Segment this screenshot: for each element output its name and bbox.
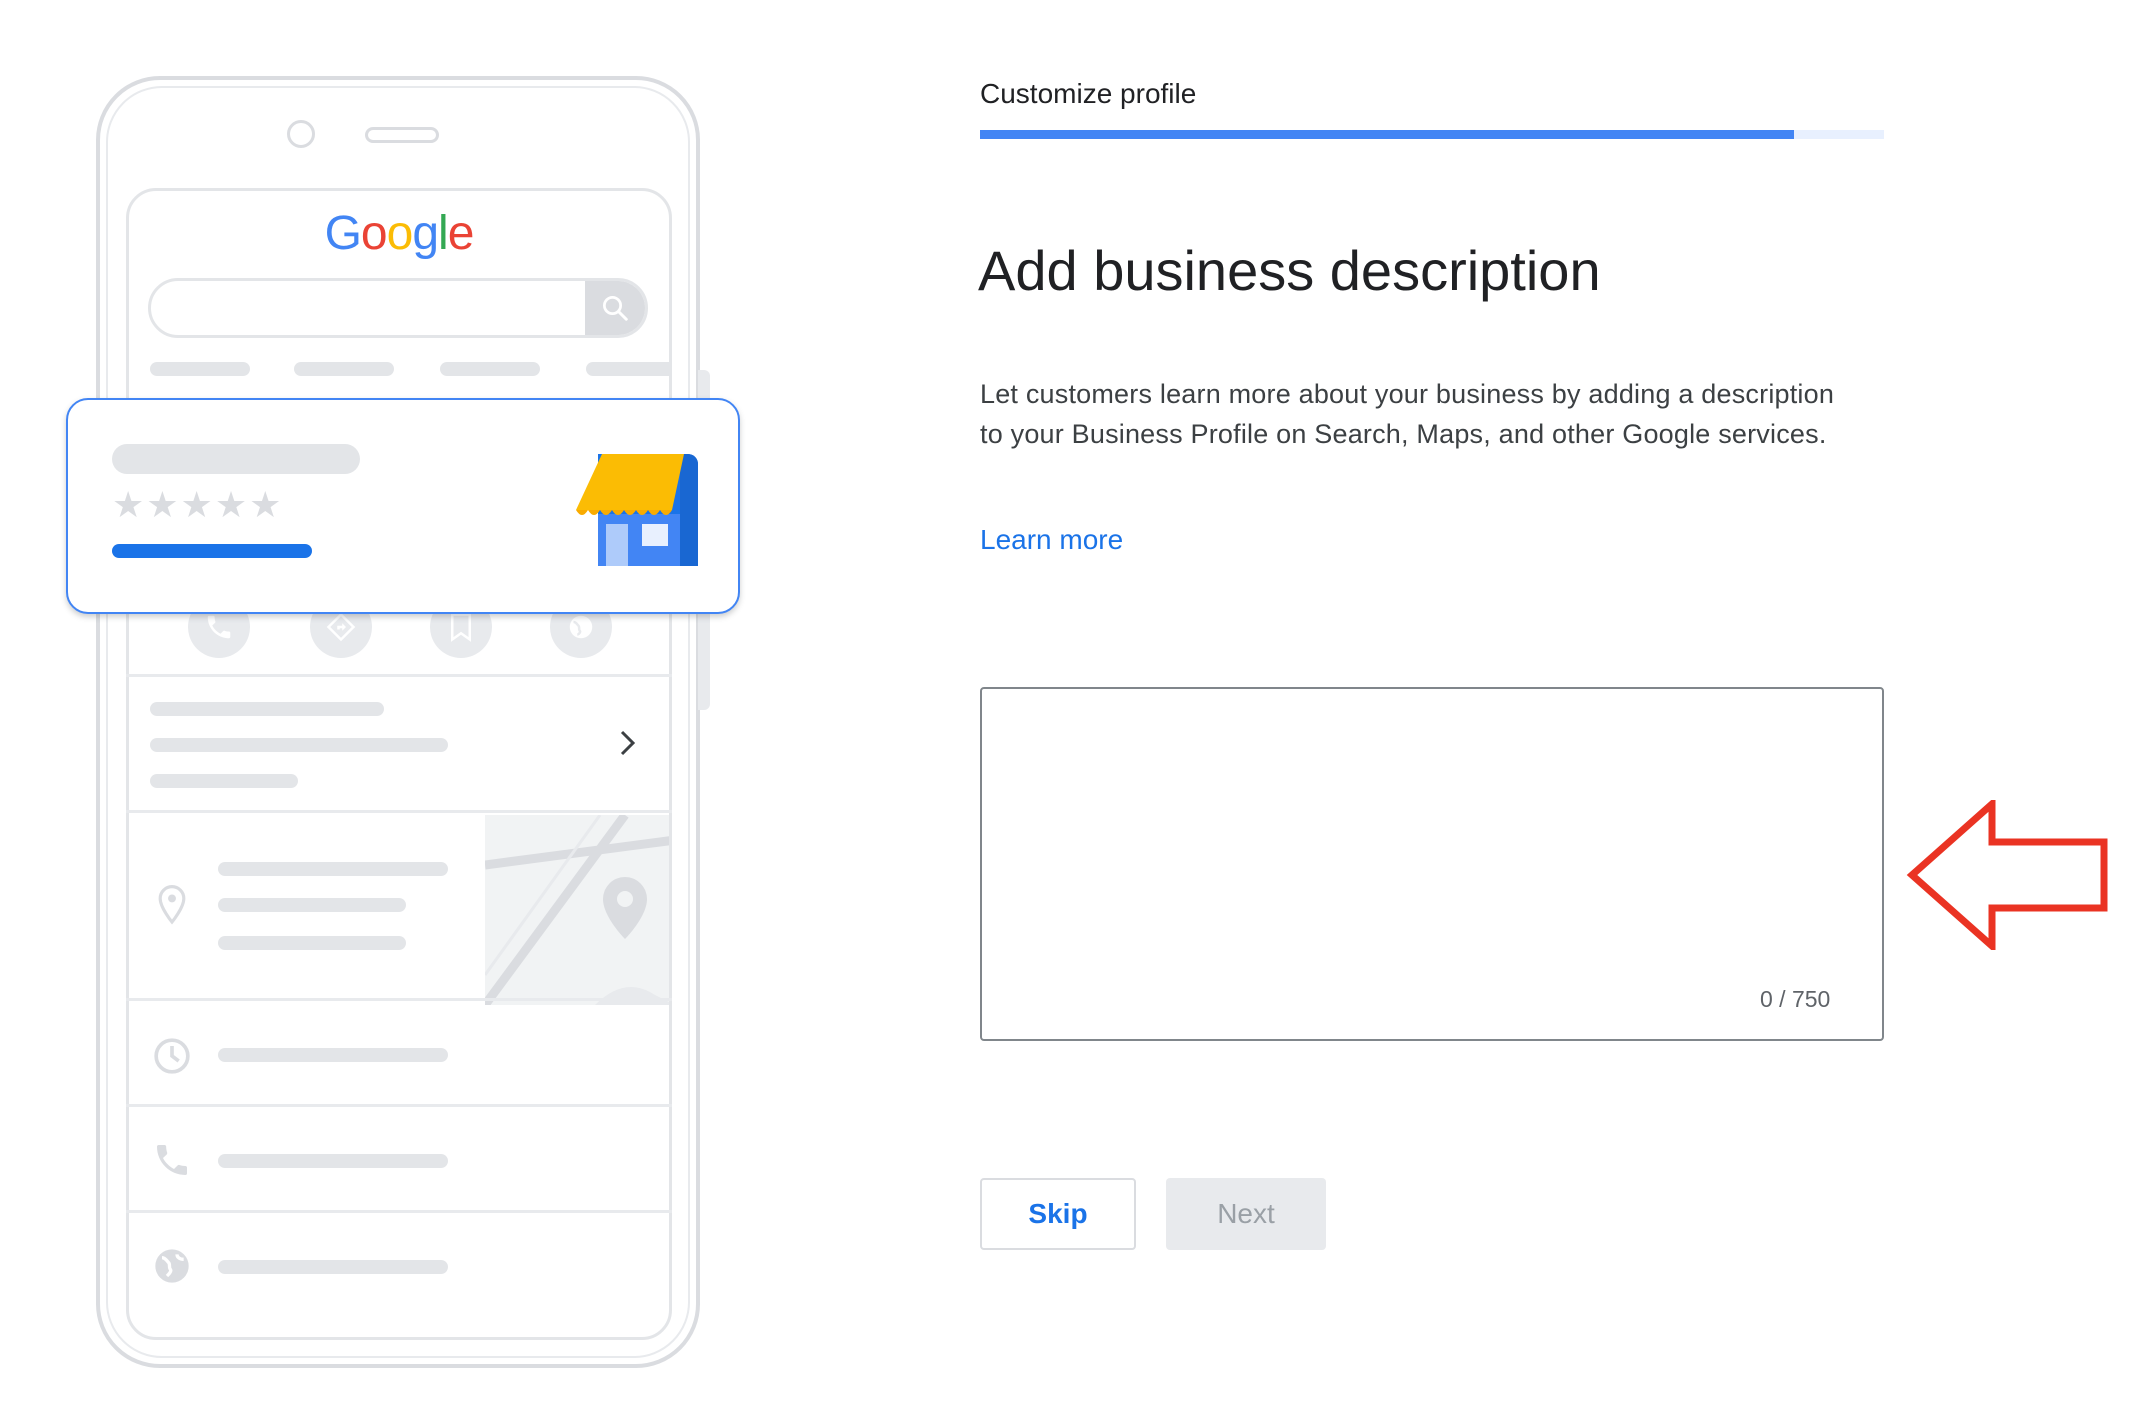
text-placeholder: [218, 1048, 448, 1062]
text-placeholder: [218, 1154, 448, 1168]
placeholder-tab: [294, 362, 394, 376]
text-placeholder: [218, 862, 448, 876]
mini-search-bar: [148, 278, 648, 338]
store-icon: [576, 454, 698, 566]
search-icon: [585, 281, 645, 335]
placeholder-tab: [586, 362, 672, 376]
clock-icon: [154, 1038, 190, 1074]
page-title: Add business description: [978, 239, 1601, 302]
logo-letter-o2: o: [386, 207, 414, 260]
divider: [126, 1104, 672, 1107]
placeholder-tab: [150, 362, 250, 376]
logo-letter-g: g: [412, 207, 439, 260]
logo-letter-l: l: [438, 207, 449, 260]
progress-bar: [980, 130, 1884, 139]
logo-letter-o1: o: [360, 207, 388, 260]
text-placeholder: [218, 898, 406, 912]
globe-icon: [155, 1249, 189, 1283]
placeholder-tab: [440, 362, 540, 376]
text-placeholder: [150, 774, 298, 788]
business-name-placeholder: [112, 444, 360, 474]
text-placeholder: [218, 936, 406, 950]
logo-letter-e: e: [447, 207, 475, 260]
phone-icon: [157, 1145, 187, 1175]
chevron-right-icon: [620, 730, 636, 756]
text-placeholder: [150, 738, 448, 752]
rating-stars: ★★★★★: [112, 484, 284, 525]
logo-letter-G: G: [324, 207, 362, 260]
description-text: Let customers learn more about your busi…: [980, 379, 1835, 449]
divider: [126, 998, 672, 1001]
map-thumbnail: [485, 815, 669, 1005]
divider: [126, 1210, 672, 1213]
google-logo: Google: [126, 206, 672, 261]
text-placeholder: [150, 702, 384, 716]
learn-more-link[interactable]: Learn more: [980, 524, 1123, 556]
business-description-input[interactable]: [980, 687, 1884, 1041]
highlight-bar: [112, 544, 312, 558]
divider: [126, 674, 672, 677]
step-title: Customize profile: [980, 78, 1197, 109]
annotation-arrow-icon: [1906, 800, 2108, 950]
phone-camera: [287, 120, 315, 148]
text-placeholder: [218, 1260, 448, 1274]
character-counter: 0 / 750: [1760, 986, 1831, 1012]
progress-fill: [980, 130, 1794, 139]
phone-speaker: [365, 127, 439, 143]
next-button[interactable]: Next: [1166, 1178, 1326, 1250]
location-pin-icon: [158, 885, 186, 925]
skip-button[interactable]: Skip: [980, 1178, 1136, 1250]
divider: [126, 810, 672, 813]
